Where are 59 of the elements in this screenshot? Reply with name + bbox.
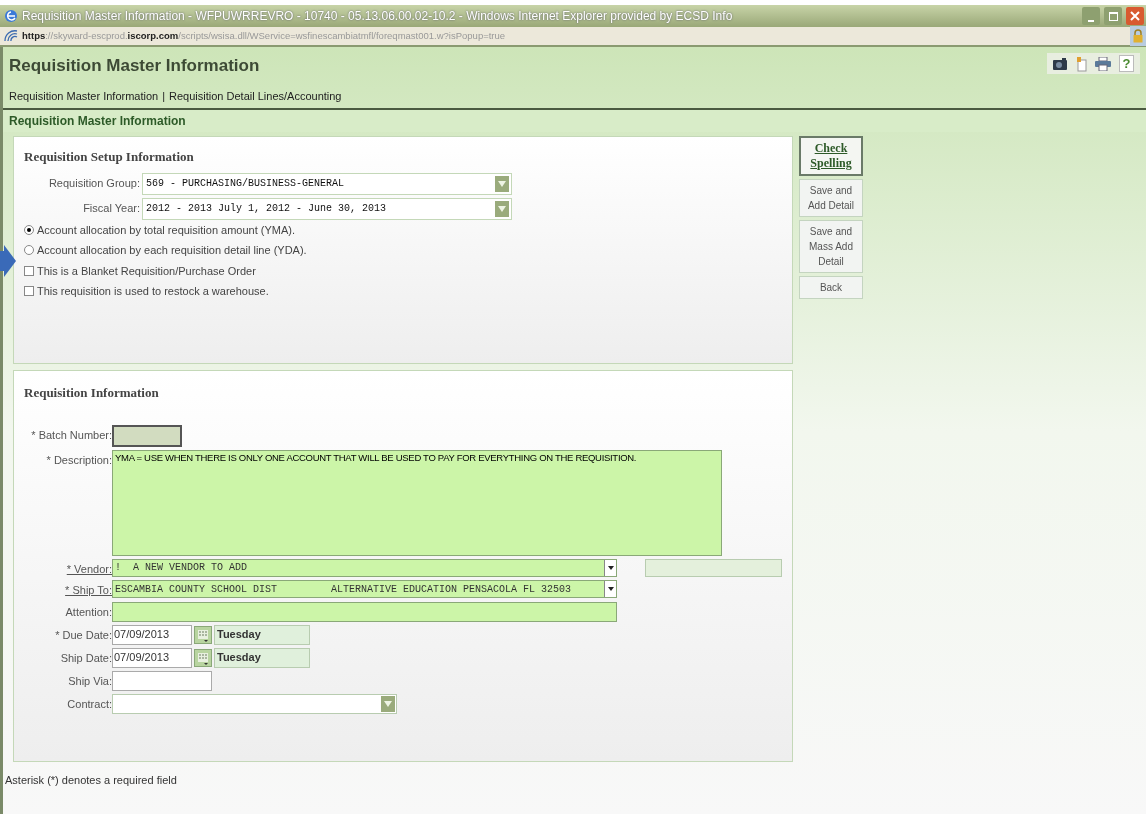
field-label: Attention: [64,604,112,620]
nav-link[interactable]: Requisition Master Information [9,87,159,104]
nav-link[interactable]: Requisition Detail Lines/Accounting [169,87,342,104]
field-label: Ship Via: [67,673,112,689]
nav-separator: | [162,88,166,104]
option-label: Account allocation by total requisition amount (YMA). [37,222,296,238]
radio-button[interactable] [24,224,34,235]
ship-via-field[interactable] [112,670,212,691]
panel-title: Requisition Information [23,384,160,402]
contract-select[interactable] [112,693,397,714]
secure-site-icon [4,30,18,42]
close-button[interactable] [1126,7,1144,25]
document-icon[interactable] [1075,55,1087,72]
arrow-icon [0,245,16,277]
combo-field[interactable]: ESCAMBIA COUNTY SCHOOL DIST ALTERNATIVE EDUCATION PENSACOLA FL 32503 [112,580,617,598]
calendar-icon[interactable] [194,648,212,667]
field-label: Contract: [66,696,112,712]
section-heading: Requisition Master Information [3,108,1146,132]
action-button[interactable]: Back [799,276,863,299]
help-button[interactable]: ? [1119,55,1134,72]
field-label: * Due Date: [54,627,112,643]
camera-icon[interactable] [1053,57,1067,70]
weekday-text: Tuesday [214,647,310,668]
attention-field[interactable] [112,601,617,622]
weekday-text: Tuesday [214,624,310,645]
date-field[interactable]: 07/09/2013 [112,647,192,668]
option-label: This is a Blanket Requisition/Purchase Order [37,263,256,279]
close-icon [1130,11,1140,21]
page-title: Requisition Master Information [9,55,260,77]
action-button[interactable]: Save and Add Detail [799,179,863,217]
footnote: Asterisk (*) denotes a required field [4,773,178,788]
field-label: * Description: [45,452,112,468]
field-label[interactable]: * Vendor: [18,558,112,577]
option-label: Account allocation by each requisition detail line (YDA). [37,243,307,258]
radio-button[interactable] [24,245,34,256]
maximize-button[interactable] [1104,7,1122,25]
action-button[interactable]: Check Spelling [799,136,863,176]
field-label: * Batch Number: [30,427,112,443]
field-label[interactable]: * Ship To: [18,580,112,599]
checkbox[interactable] [24,286,34,297]
window-title: Requisition Master Information - WFPUWRREVRO - 10740 - 05.13.06.00.02-10.2 - Windows Internet Explorer provided by ECSD Info [22,8,734,25]
print-icon[interactable] [1095,56,1111,71]
action-button[interactable]: Save and Mass Add Detail [799,220,863,273]
browser-icon [4,9,18,23]
checkbox[interactable] [24,265,34,276]
lock-icon [1130,26,1146,46]
field-label: Fiscal Year: [82,201,141,217]
date-field[interactable]: 07/09/2013 [112,624,192,645]
minimize-button[interactable] [1082,7,1100,25]
panel-title: Requisition Setup Information [24,148,195,166]
description-field[interactable]: YMA = USE WHEN THERE IS ONLY ONE ACCOUNT THAT WILL BE USED TO PAY FOR EVERYTHING ON THE REQUISITION. [112,449,722,556]
calendar-icon[interactable] [194,625,212,644]
batch-number-field[interactable] [112,424,182,447]
field-label: Requisition Group: [47,176,141,192]
combo-field[interactable]: ! A NEW VENDOR TO ADD [112,558,617,577]
field-label: Ship Date: [59,650,112,666]
option-label: This requisition is used to restock a warehouse. [37,284,269,299]
dropdown-field[interactable]: 569 - PURCHASING/BUSINESS-GENERAL [142,172,512,195]
dropdown-field[interactable]: 2012 - 2013 July 1, 2012 - June 30, 2013 [142,197,512,220]
